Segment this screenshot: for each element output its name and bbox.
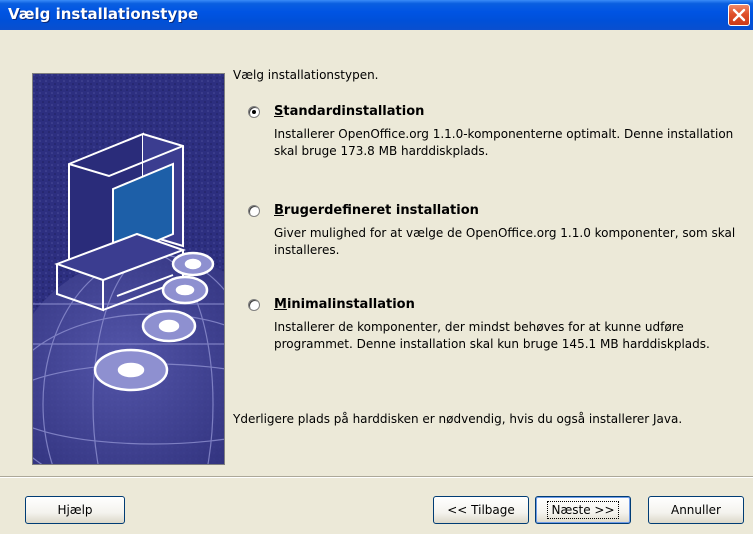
prompt-text: Vælg installationstypen. [233, 68, 379, 82]
cancel-button-label: Annuller [670, 503, 721, 517]
radio-minimal[interactable] [248, 299, 260, 311]
title-bar[interactable]: Vælg installationstype [0, 0, 753, 30]
option-minimal-label[interactable]: Minimalinstallation [274, 297, 415, 312]
computer-cd-icon [33, 74, 224, 464]
close-button[interactable] [728, 4, 750, 26]
hotkey-letter: B [274, 203, 284, 218]
label-text: rugerdefineret installation [283, 203, 479, 218]
back-button-label: << Tilbage [447, 503, 515, 517]
label-text: inimalinstallation [286, 297, 415, 312]
help-button[interactable]: Hjælp [25, 496, 125, 524]
window-title: Vælg installationstype [8, 5, 199, 23]
option-standard-label[interactable]: Standardinstallation [274, 104, 424, 119]
radio-standard[interactable] [248, 106, 260, 118]
next-button[interactable]: Næste >> [535, 496, 631, 524]
close-icon [732, 8, 746, 22]
option-custom-description: Giver mulighed for at vælge de OpenOffic… [274, 226, 736, 257]
dialog-window: Vælg installationstype Vælg installation… [0, 0, 753, 534]
radio-selected-dot [252, 110, 256, 114]
back-button[interactable]: << Tilbage [433, 496, 529, 524]
label-text: tandardinstallation [283, 104, 425, 119]
option-standard-description: Installerer OpenOffice.org 1.1.0-kompone… [274, 127, 734, 158]
footer-divider [0, 476, 753, 478]
installation-illustration [32, 73, 225, 465]
option-custom-label[interactable]: Brugerdefineret installation [274, 203, 479, 218]
next-button-label: Næste >> [547, 501, 619, 519]
radio-custom[interactable] [248, 205, 260, 217]
option-minimal-description: Installerer de komponenter, der mindst b… [274, 320, 710, 351]
disk-space-note: Yderligere plads på harddisken er nødven… [233, 412, 683, 426]
hotkey-letter: M [274, 297, 287, 312]
help-button-label: Hjælp [57, 503, 93, 517]
cancel-button[interactable]: Annuller [648, 496, 744, 524]
hotkey-letter: S [274, 104, 284, 119]
